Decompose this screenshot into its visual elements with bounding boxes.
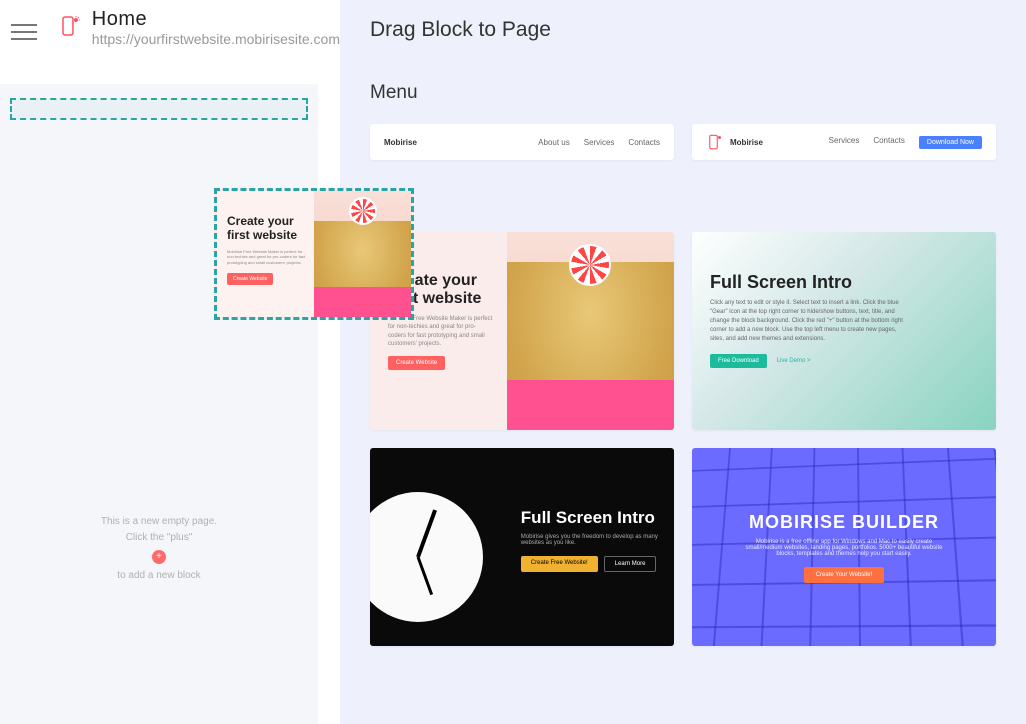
- drop-zone[interactable]: [10, 98, 308, 120]
- mobirise-logo-icon: [706, 133, 724, 151]
- hero-block-3[interactable]: Full Screen Intro Mobirise gives you the…: [370, 448, 674, 646]
- page-title: Home: [92, 8, 340, 31]
- hero-block-2[interactable]: Full Screen Intro Click any text to edit…: [692, 232, 996, 430]
- hero-btn-primary: Free Download: [710, 354, 767, 368]
- hero-desc: Mobirise is a free offline app for Windo…: [744, 539, 944, 557]
- hero-btn-1: Create Free Website!: [521, 556, 598, 572]
- nav-links: About us Services Contacts: [538, 138, 660, 147]
- menu-block-1[interactable]: Mobirise About us Services Contacts: [370, 124, 674, 160]
- hero-btn-2: Learn More: [604, 556, 657, 572]
- menu-block-2[interactable]: Mobirise Services Contacts Download Now: [692, 124, 996, 160]
- hero-title: MOBIRISE BUILDER: [749, 512, 939, 533]
- clock-image: [370, 448, 507, 646]
- section-menu-title: Menu: [370, 82, 996, 104]
- mobirise-logo-icon: [58, 14, 82, 38]
- hero-block-1[interactable]: Create yourfirst website Mobirise Free W…: [370, 232, 674, 430]
- hero-desc: Mobirise gives you the freedom to develo…: [521, 534, 660, 546]
- empty-page-message: This is a new empty page. Click the "plu…: [101, 514, 217, 584]
- nav-links: Services Contacts Download Now: [829, 136, 982, 149]
- hero-title: Full Screen Intro: [710, 272, 978, 293]
- hero-title: Full Screen Intro: [521, 508, 660, 528]
- drag-preview[interactable]: Create yourfirst website Mobirise Free W…: [214, 188, 414, 320]
- header: Home https://yourfirstwebsite.mobirisesi…: [0, 0, 340, 72]
- brand-text: Mobirise: [384, 138, 417, 147]
- empty-text-1: This is a new empty page.: [101, 514, 217, 530]
- page-url: https://yourfirstwebsite.mobirisesite.co…: [92, 31, 340, 47]
- brand-text: Mobirise: [730, 138, 763, 147]
- hero-desc: Click any text to edit or style it. Sele…: [710, 299, 910, 344]
- add-block-plus-icon[interactable]: +: [152, 550, 166, 564]
- hero-cta: Create Website: [388, 356, 445, 370]
- hero-block-4[interactable]: MOBIRISE BUILDER Mobirise is a free offl…: [692, 448, 996, 646]
- panel-title: Drag Block to Page: [370, 18, 996, 42]
- hamburger-menu-icon[interactable]: [0, 8, 48, 56]
- empty-text-2: Click the "plus": [101, 530, 217, 546]
- page-canvas[interactable]: This is a new empty page. Click the "plu…: [0, 84, 318, 724]
- hero-image: [507, 232, 674, 430]
- blocks-panel: Drag Block to Page Menu Mobirise About u…: [340, 0, 1026, 724]
- left-panel: Home https://yourfirstwebsite.mobirisesi…: [0, 0, 340, 724]
- hero-btn: Create Your Website!: [804, 567, 885, 583]
- hero-btn-link: Live Demo >: [773, 354, 815, 368]
- empty-text-3: to add a new block: [101, 568, 217, 584]
